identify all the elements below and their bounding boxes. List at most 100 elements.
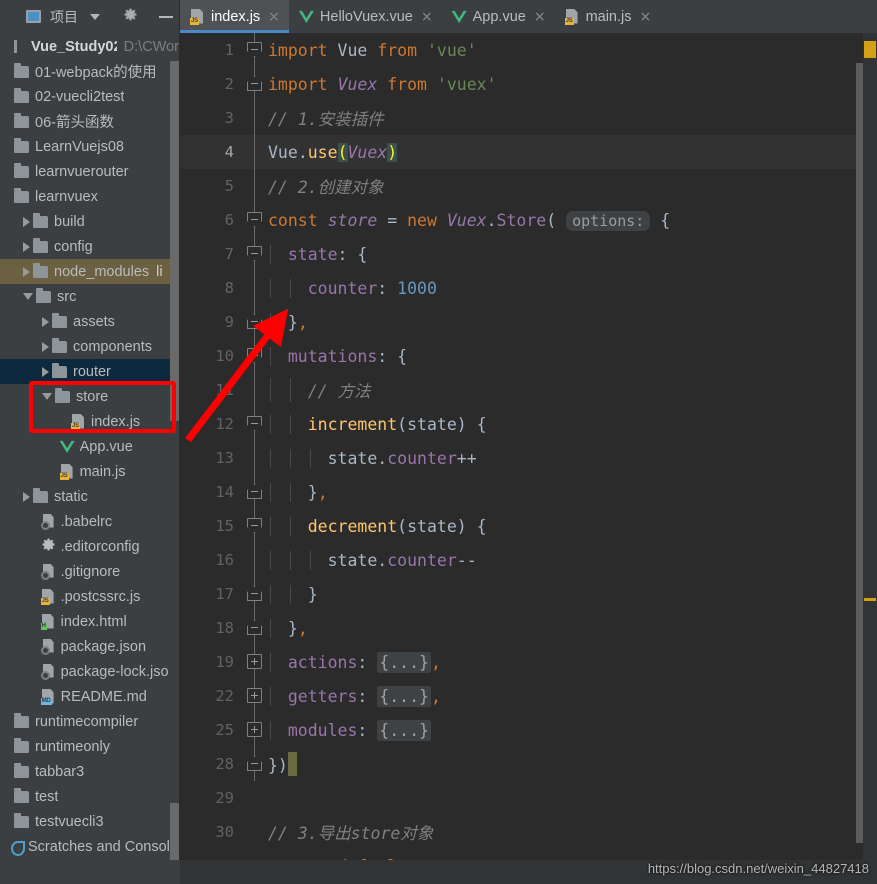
collapse-fold-icon[interactable] — [247, 586, 262, 601]
close-icon[interactable]: × — [534, 10, 546, 24]
fold-gutter[interactable] — [242, 475, 268, 509]
close-icon[interactable]: × — [421, 10, 433, 24]
code-line[interactable]: 11 // 方法 — [180, 373, 877, 407]
line-number[interactable]: 25 — [180, 721, 242, 739]
tree-row[interactable]: .babelrc — [0, 509, 179, 534]
collapse-fold-icon[interactable] — [247, 756, 262, 771]
code-line[interactable]: 4 Vue.use(Vuex) — [180, 135, 877, 169]
tree-row[interactable]: build — [0, 209, 179, 234]
line-number[interactable]: 8 — [180, 279, 242, 297]
tree-row[interactable]: assets — [0, 309, 179, 334]
line-number[interactable]: 7 — [180, 245, 242, 263]
close-icon[interactable]: × — [268, 10, 280, 24]
close-icon[interactable]: × — [640, 10, 652, 24]
code-line[interactable]: 12 increment(state) { — [180, 407, 877, 441]
line-number[interactable]: 1 — [180, 41, 242, 59]
marker-warning-stripe[interactable] — [864, 598, 876, 601]
tab-main-js[interactable]: JS main.js × — [554, 0, 661, 33]
chevron-right-icon[interactable] — [23, 491, 30, 502]
chevron-down-icon[interactable] — [23, 293, 33, 300]
code-line[interactable]: 1 import Vue from 'vue' — [180, 33, 877, 67]
gear-icon[interactable] — [123, 7, 138, 27]
line-number[interactable]: 3 — [180, 109, 242, 127]
tree-row[interactable]: store — [0, 384, 179, 409]
tree-row[interactable]: config — [0, 234, 179, 259]
fold-gutter[interactable] — [242, 781, 268, 815]
code-line[interactable]: 28}) — [180, 747, 877, 781]
tree-row[interactable]: runtimeonly — [0, 734, 179, 759]
tree-row[interactable]: Hindex.html — [0, 609, 179, 634]
fold-gutter[interactable] — [242, 747, 268, 781]
tree-row[interactable]: runtimecompiler — [0, 709, 179, 734]
tree-row[interactable]: .gitignore — [0, 559, 179, 584]
line-number[interactable]: 5 — [180, 177, 242, 195]
code-editor[interactable]: 1 import Vue from 'vue' 2 import Vuex from … — [180, 33, 877, 884]
tree-row[interactable]: 01-webpack的使用 — [0, 59, 179, 84]
fold-gutter[interactable] — [242, 135, 268, 169]
tree-row[interactable]: JS main.js — [0, 459, 179, 484]
tree-row[interactable]: package.json — [0, 634, 179, 659]
code-line[interactable]: 18 }, — [180, 611, 877, 645]
fold-gutter[interactable] — [242, 339, 268, 373]
tree-row[interactable]: learnvuerouter — [0, 159, 179, 184]
tree-row[interactable]: LearnVuejs08 — [0, 134, 179, 159]
collapse-fold-icon[interactable] — [247, 484, 262, 499]
expand-fold-icon[interactable] — [247, 654, 262, 669]
tree-row[interactable]: MD README.md — [0, 684, 179, 709]
chevron-right-icon[interactable] — [23, 266, 30, 277]
code-line[interactable]: 7 state: { — [180, 237, 877, 271]
minimize-icon[interactable] — [159, 15, 173, 18]
tree-row[interactable]: JS .postcssrc.js — [0, 584, 179, 609]
chevron-right-icon[interactable] — [42, 316, 49, 327]
tree-row[interactable]: App.vue — [0, 434, 179, 459]
line-number[interactable]: 22 — [180, 687, 242, 705]
fold-gutter[interactable] — [242, 203, 268, 237]
tree-row[interactable]: src — [0, 284, 179, 309]
line-number[interactable]: 16 — [180, 551, 242, 569]
collapse-fold-icon[interactable] — [247, 348, 262, 363]
line-number[interactable]: 15 — [180, 517, 242, 535]
tree-row[interactable]: Vue_Study02 D:\CWor — [0, 34, 179, 59]
code-line[interactable]: 22 getters: {...}, — [180, 679, 877, 713]
code-line[interactable]: 30 // 3.导出store对象 — [180, 815, 877, 849]
code-line[interactable]: 17 } — [180, 577, 877, 611]
fold-gutter[interactable] — [242, 713, 268, 747]
fold-gutter[interactable] — [242, 237, 268, 271]
code-line[interactable]: 14 }, — [180, 475, 877, 509]
expand-fold-icon[interactable] — [247, 688, 262, 703]
tree-row[interactable]: .editorconfig — [0, 534, 179, 559]
line-number[interactable]: 17 — [180, 585, 242, 603]
code-line[interactable]: 13 state.counter++ — [180, 441, 877, 475]
chevron-right-icon[interactable] — [23, 216, 30, 227]
code-line[interactable]: 5 // 2.创建对象 — [180, 169, 877, 203]
line-number[interactable]: 14 — [180, 483, 242, 501]
fold-gutter[interactable] — [242, 815, 268, 849]
code-line[interactable]: 29 — [180, 781, 877, 815]
code-line[interactable]: 25 modules: {...} — [180, 713, 877, 747]
project-tree-panel[interactable]: Vue_Study02 D:\CWor 01-webpack的使用 02-vuecli… — [0, 33, 180, 884]
tree-row[interactable]: JS index.js — [0, 409, 179, 434]
tab-app-vue[interactable]: App.vue × — [441, 0, 555, 33]
tree-row[interactable]: learnvuex — [0, 184, 179, 209]
fold-gutter[interactable] — [242, 577, 268, 611]
tree-row[interactable]: test — [0, 784, 179, 809]
marker-gutter[interactable] — [863, 33, 877, 884]
tree-row[interactable]: testvuecli3 — [0, 809, 179, 834]
fold-gutter[interactable] — [242, 373, 268, 407]
line-number[interactable]: 10 — [180, 347, 242, 365]
line-number[interactable]: 19 — [180, 653, 242, 671]
code-line[interactable]: 9 }, — [180, 305, 877, 339]
line-number[interactable]: 9 — [180, 313, 242, 331]
code-line[interactable]: 16 state.counter-- — [180, 543, 877, 577]
code-line[interactable]: 19 actions: {...}, — [180, 645, 877, 679]
code-line[interactable]: 8 counter: 1000 — [180, 271, 877, 305]
chevron-right-icon[interactable] — [23, 241, 30, 252]
collapse-fold-icon[interactable] — [247, 314, 262, 329]
sidebar-scrollbar-thumb-lower[interactable] — [170, 803, 179, 863]
code-line[interactable]: 6 const store = new Vuex.Store( options: … — [180, 203, 877, 237]
project-toolwindow-header[interactable]: 项目 — [0, 0, 180, 33]
tree-row[interactable]: components — [0, 334, 179, 359]
collapse-fold-icon[interactable] — [247, 42, 262, 57]
collapse-fold-icon[interactable] — [247, 76, 262, 91]
collapse-fold-icon[interactable] — [247, 212, 262, 227]
